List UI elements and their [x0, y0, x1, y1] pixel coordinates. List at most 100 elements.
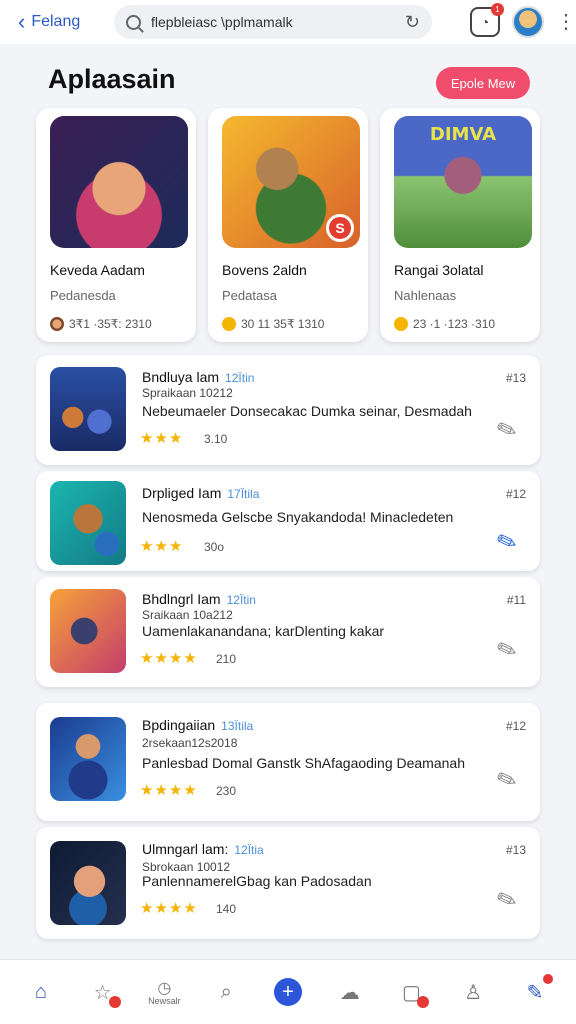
pin-icon-active[interactable]: ✎ [488, 523, 526, 561]
header-action-button[interactable]: Epole Mew [436, 67, 530, 99]
star-rating: ★★★★ [140, 650, 198, 667]
nav-time-label: Newsalr [148, 996, 181, 1006]
card-meta-text: 3₹1 ·35₹: 2310 [69, 317, 152, 331]
game-description: PanlennamerelGbag kan Padosadan [142, 873, 372, 889]
game-description: Nebeumaeler Donsecakac Dumka seinar, Des… [142, 403, 472, 419]
star-rating: ★★★ [140, 430, 184, 447]
featured-card[interactable]: DIMVA Rangai 3olatal Nahlenaas 23 ·1 ·12… [380, 108, 540, 342]
top-bar: ‹ Felang flepbleiasc \pplmamalk ↻ ◔ 1 ⋮ [0, 0, 576, 44]
card-title: Keveda Aadam [50, 262, 145, 278]
page-title: Aplaasain [48, 64, 176, 94]
chat-icon: ☁ [339, 981, 360, 1004]
card-meta-text: 30 11 35₹ 1310 [241, 317, 325, 331]
bottom-navigation: ⌂ ☆ ◷ Newsalr ⌕ + ☁ ▢ ♙ ✎ [0, 959, 576, 1024]
edit-icon: ✎ [526, 981, 544, 1004]
game-thumbnail [50, 589, 126, 673]
bell-icon: ◔ [480, 14, 490, 30]
back-label: Felang [31, 13, 81, 30]
back-button[interactable]: ‹ Felang [18, 11, 110, 33]
chevron-left-icon: ‹ [18, 9, 26, 34]
game-name-text: Bhdlngrl Iam [142, 591, 221, 607]
notification-dot [543, 974, 553, 984]
game-name: Bndluya lam 12Ïtin [142, 369, 254, 385]
game-tag: 12Ïtin [226, 593, 256, 607]
card-subtitle: Nahlenaas [394, 288, 457, 303]
notification-dot [417, 996, 430, 1008]
pin-icon[interactable]: ✎ [488, 881, 526, 919]
game-tag: 17Ïtila [227, 487, 260, 501]
s-badge-icon: S [326, 214, 354, 242]
rank-number: #12 [505, 719, 526, 733]
nav-edit[interactable]: ✎ [515, 972, 555, 1012]
pin-icon[interactable]: ✎ [488, 631, 526, 669]
game-thumbnail [50, 367, 126, 451]
list-item[interactable]: Ulmngarl lam: 12Ïtia #13 Sbrokaan 10012 P… [36, 827, 540, 939]
rating-value: 140 [216, 902, 237, 916]
plus-icon: + [273, 978, 302, 1006]
home-icon: ⌂ [34, 980, 47, 1003]
rank-number: #13 [505, 843, 526, 857]
notification-dot [108, 996, 121, 1008]
top-actions: ◔ 1 ⋮ [432, 3, 576, 38]
nav-favorites[interactable]: ☆ [83, 972, 123, 1012]
pin-icon[interactable]: ✎ [488, 761, 526, 799]
card-meta: 30 11 35₹ 1310 [222, 317, 360, 331]
game-meta: Spraikaan 10212 [142, 386, 233, 400]
avatar-icon [50, 317, 64, 331]
list-item[interactable]: Bpdingaiian 13Ïtila #12 2rsekaan12s2018 P… [36, 703, 540, 821]
card-title: Bovens 2aldn [222, 262, 307, 278]
featured-card[interactable]: Keveda Aadam Pedanesda 3₹1 ·35₹: 2310 [36, 108, 196, 342]
game-tag: 12Ïtia [234, 843, 264, 857]
game-tag: 13Ïtila [221, 719, 254, 733]
nav-inbox[interactable]: ▢ [391, 972, 431, 1012]
rank-number: #12 [505, 487, 526, 501]
user-icon: ♙ [464, 981, 483, 1004]
star-rating: ★★★ [140, 538, 184, 555]
card-subtitle: Pedatasa [222, 288, 277, 303]
notification-badge: 1 [491, 3, 504, 16]
card-subtitle: Pedanesda [50, 288, 116, 303]
clock-icon: ◷ [157, 980, 172, 997]
nav-search[interactable]: ⌕ [206, 972, 246, 1012]
search-bar[interactable]: flepbleiasc \pplmamalk ↻ [114, 5, 432, 39]
card-title: Rangai 3olatal [394, 262, 484, 278]
pin-icon[interactable]: ✎ [488, 411, 526, 449]
game-name-text: Bpdingaiian [142, 717, 216, 733]
game-meta: Sbrokaan 10012 [142, 860, 231, 874]
nav-profile[interactable]: ♙ [453, 972, 493, 1012]
game-artwork [50, 116, 188, 248]
game-meta: Sraikaan 10a212 [142, 608, 233, 622]
list-item[interactable]: Bhdlngrl Iam 12Ïtin #11 Sraikaan 10a212 U… [36, 577, 540, 687]
search-icon: ⌕ [220, 980, 232, 1003]
game-name: Bhdlngrl Iam 12Ïtin [142, 591, 256, 607]
card-meta-text: 23 ·1 ·123 ·310 [413, 317, 496, 331]
featured-cards: Keveda Aadam Pedanesda 3₹1 ·35₹: 2310 S … [36, 108, 540, 342]
game-logo: DIMVA [429, 124, 497, 145]
list-item[interactable]: Drpliged Iam 17Ïtila #12 Nenosmeda Gelscb… [36, 471, 540, 571]
reload-icon[interactable]: ↻ [405, 12, 420, 33]
game-name: Bpdingaiian 13Ïtila [142, 717, 253, 733]
game-meta: 2rsekaan12s2018 [142, 736, 238, 750]
nav-chat[interactable]: ☁ [330, 972, 370, 1012]
star-rating: ★★★★ [140, 900, 198, 917]
featured-card[interactable]: S Bovens 2aldn Pedatasa 30 11 35₹ 1310 [208, 108, 368, 342]
card-meta: 3₹1 ·35₹: 2310 [50, 317, 188, 331]
game-name-text: Ulmngarl lam: [142, 841, 229, 857]
game-artwork: S [222, 116, 360, 248]
search-icon [126, 14, 141, 30]
game-thumbnail [50, 717, 126, 801]
game-description: Panlesbad Domal Ganstk ShAfagaoding Deam… [142, 755, 465, 771]
more-menu-icon[interactable]: ⋮ [556, 12, 576, 32]
notifications-button[interactable]: ◔ 1 [470, 3, 504, 37]
game-name-text: Bndluya lam [142, 369, 220, 385]
game-description: Nenosmeda Gelscbe Snyakandoda! Minaclede… [142, 509, 454, 525]
avatar[interactable] [512, 6, 544, 38]
nav-home[interactable]: ⌂ [21, 972, 61, 1012]
game-artwork: DIMVA [394, 116, 532, 248]
rating-value: 210 [216, 652, 237, 666]
nav-add[interactable]: + [268, 972, 308, 1012]
rating-value: 230 [216, 784, 237, 798]
nav-time[interactable]: ◷ Newsalr [144, 972, 184, 1012]
search-input[interactable]: flepbleiasc \pplmamalk [151, 14, 405, 30]
list-item[interactable]: Bndluya lam 12Ïtin #13 Spraikaan 10212 Ne… [36, 355, 540, 465]
